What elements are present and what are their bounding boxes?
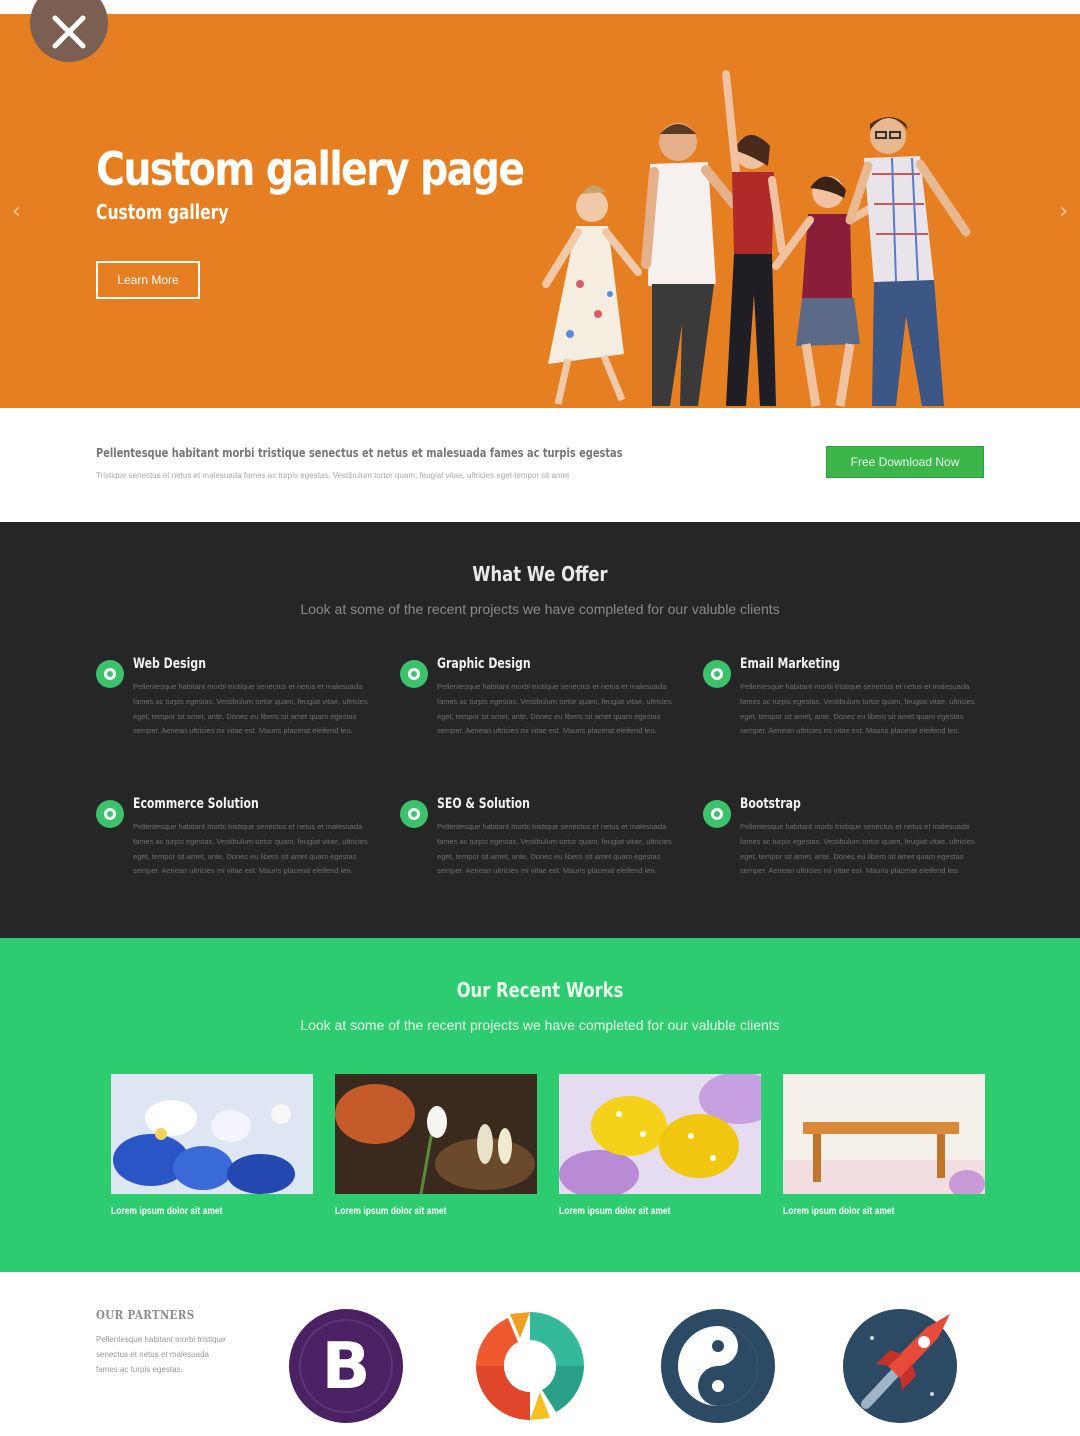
service-title: Graphic Design (437, 656, 531, 672)
work-caption: Lorem ipsum dolor sit amet (783, 1206, 895, 1217)
person-5 (845, 117, 971, 406)
email-marketing-icon (703, 660, 731, 688)
hero-slider: Custom gallery page Custom gallery Learn… (0, 14, 1080, 408)
service-title: Ecommerce Solution (133, 796, 259, 812)
hero-title: Custom gallery page (96, 142, 525, 196)
slider-prev-arrow[interactable]: ‹ (12, 199, 21, 224)
graphic-design-icon (400, 660, 428, 688)
work-item[interactable]: Lorem ipsum dolor sit amet (559, 1074, 761, 1217)
works-title: Our Recent Works (456, 978, 624, 1002)
rocket-logo[interactable] (842, 1308, 958, 1424)
yellow-eggs-image (559, 1074, 761, 1194)
work-caption: Lorem ipsum dolor sit amet (111, 1206, 223, 1217)
work-caption: Lorem ipsum dolor sit amet (559, 1206, 671, 1217)
offer-section: What We Offer Look at some of the recent… (0, 522, 1080, 938)
service-title: Email Marketing (740, 656, 841, 672)
works-subtitle: Look at some of the recent projects we h… (300, 1017, 780, 1033)
shopping-cart-icon (96, 800, 124, 828)
cta-title: Pellentesque habitant morbi tristique se… (96, 446, 623, 460)
slider-next-arrow[interactable]: › (1059, 199, 1068, 224)
person-3 (722, 70, 786, 406)
works-section: Our Recent Works Look at some of the rec… (0, 938, 1080, 1272)
work-caption: Lorem ipsum dolor sit amet (335, 1206, 447, 1217)
free-download-button[interactable]: Free Download Now (826, 446, 984, 478)
work-item[interactable]: Lorem ipsum dolor sit amet (335, 1074, 537, 1217)
hero-people-image (542, 70, 971, 407)
service-title: Bootstrap (740, 796, 801, 812)
wooden-stool-image (783, 1074, 985, 1194)
bootstrap-icon (703, 800, 731, 828)
service-text: Pellentesque habitant morbi tristique se… (437, 682, 672, 736)
offer-subtitle: Look at some of the recent projects we h… (300, 601, 780, 617)
cta-banner: Pellentesque habitant morbi tristique se… (0, 408, 1080, 522)
partners-title: OUR PARTNERS (96, 1308, 195, 1322)
bootstrap-logo[interactable]: B (288, 1308, 404, 1424)
work-item[interactable]: Lorem ipsum dolor sit amet (783, 1074, 985, 1217)
learn-more-button[interactable]: Learn More (96, 261, 200, 299)
service-text: Pellentesque habitant morbi tristique se… (437, 822, 672, 876)
service-text: Pellentesque habitant morbi tristique se… (133, 822, 368, 876)
work-item[interactable]: Lorem ipsum dolor sit amet (111, 1074, 313, 1217)
person-1 (542, 185, 642, 405)
partners-section: OUR PARTNERS Pellentesque habitant morbi… (0, 1272, 1080, 1436)
close-icon (52, 15, 86, 49)
service-text: Pellentesque habitant morbi tristique se… (740, 682, 975, 736)
seo-icon (400, 800, 428, 828)
web-design-icon (96, 660, 124, 688)
bootstrap-logo-letter: B (322, 1330, 371, 1404)
service-title: SEO & Solution (437, 796, 530, 812)
person-2 (641, 123, 739, 406)
cta-text: Tristique senectus et netus et malesuada… (96, 471, 570, 480)
top-bar (0, 0, 1080, 14)
snowdrop-flower-image (335, 1074, 537, 1194)
offer-title: What We Offer (472, 562, 608, 586)
service-text: Pellentesque habitant morbi tristique se… (740, 822, 975, 876)
service-title: Web Design (133, 656, 206, 672)
blue-flowers-image (111, 1074, 313, 1194)
partners-text: Pellentesque habitant morbi tristique se… (96, 1335, 226, 1374)
service-text: Pellentesque habitant morbi tristique se… (133, 682, 368, 736)
sync-logo[interactable] (472, 1308, 588, 1424)
person-4 (772, 176, 882, 407)
yin-yang-logo[interactable] (660, 1308, 776, 1424)
hero-subtitle: Custom gallery (96, 200, 229, 224)
